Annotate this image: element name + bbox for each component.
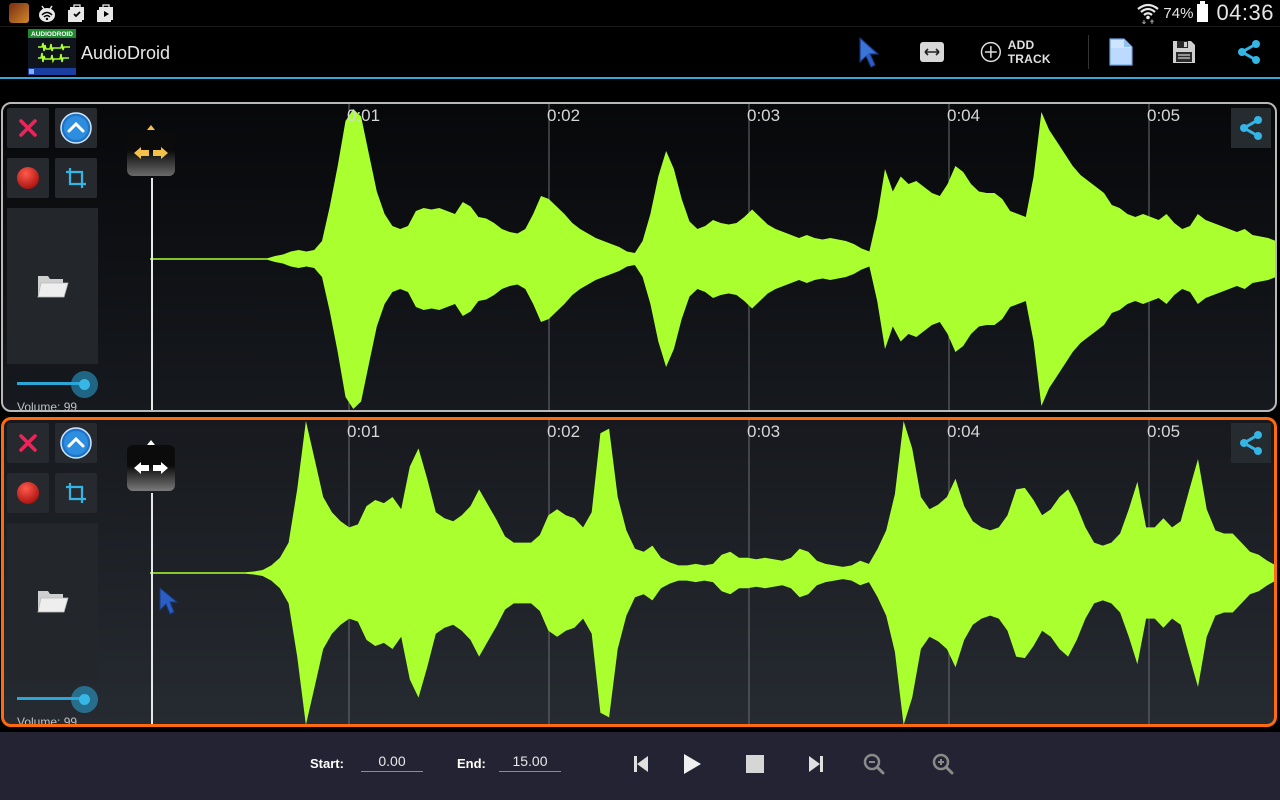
save-button[interactable]: [1169, 33, 1199, 71]
timeline-tick-label: 0:04: [947, 422, 981, 441]
volume-slider-thumb[interactable]: [71, 371, 98, 398]
add-track-label: ADD TRACK: [1007, 38, 1051, 66]
record-icon: [17, 482, 39, 504]
open-file-button[interactable]: [7, 208, 98, 364]
open-file-button[interactable]: [7, 523, 98, 679]
app-title: AudioDroid: [81, 43, 171, 63]
record-icon: [17, 167, 39, 189]
mouse-cursor-icon: [159, 586, 179, 615]
cursor-arrow-icon: [859, 36, 880, 68]
horizontal-arrows-icon: [134, 462, 168, 474]
waveform-shape: [150, 421, 1274, 724]
zoom-out-button[interactable]: [858, 750, 890, 778]
stop-button[interactable]: [739, 750, 771, 778]
end-label: End:: [457, 756, 486, 771]
record-button[interactable]: [7, 158, 49, 198]
record-button[interactable]: [7, 473, 49, 513]
volume-label: Volume: 99: [17, 715, 78, 727]
timeline-tick-label: 0:02: [547, 106, 581, 125]
clipboard-check-icon: [68, 4, 84, 22]
playhead-line: [151, 178, 153, 410]
share-button[interactable]: [1234, 33, 1264, 71]
timeline-tick-label: 0:03: [747, 106, 781, 125]
skip-to-end-button[interactable]: [800, 750, 832, 778]
action-bar: AUDIODROID AudioDroid ADD TRACK: [0, 27, 1280, 79]
document-icon: [1109, 38, 1133, 66]
share-icon: [1240, 116, 1262, 140]
app-logo-icon: AUDIODROID: [28, 29, 76, 75]
start-time-input[interactable]: [361, 751, 423, 772]
track-1-waveform: [150, 104, 1275, 410]
plus-circle-icon: [980, 41, 1001, 63]
timeline-tick-label: 0:01: [347, 422, 381, 441]
crop-icon: [66, 168, 86, 188]
skip-to-end-icon: [809, 756, 823, 772]
zoom-in-icon: [932, 753, 954, 775]
share-icon: [1240, 431, 1262, 455]
timeline-tick-label: 0:05: [1147, 422, 1181, 441]
skip-to-start-button[interactable]: [625, 750, 657, 778]
clock: 04:36: [1216, 0, 1274, 25]
chevron-up-circle-icon: [60, 427, 92, 459]
action-divider: [1088, 35, 1089, 69]
playhead-handle[interactable]: [127, 125, 175, 176]
share-icon: [1238, 40, 1260, 64]
horizontal-arrows-icon: [924, 48, 940, 56]
start-label: Start:: [310, 756, 344, 771]
playhead-line: [151, 493, 153, 724]
battery-icon: [1197, 1, 1209, 22]
track-1[interactable]: 0:01 0:02 0:03 0:04 0:05 Volume: 99: [1, 102, 1277, 412]
android-debug-icon: [39, 5, 55, 22]
status-bar: 74% 04:36: [0, 0, 1280, 27]
collapse-track-button[interactable]: [55, 423, 97, 463]
close-icon: [19, 119, 37, 137]
select-tool-button[interactable]: [852, 33, 886, 71]
end-time-input[interactable]: [499, 751, 561, 772]
delete-track-button[interactable]: [7, 108, 49, 148]
close-icon: [19, 434, 37, 452]
timeline-tick-label: 0:01: [347, 106, 381, 125]
app-logo: AUDIODROID: [28, 29, 76, 75]
skip-to-start-icon: [634, 756, 648, 772]
volume-label: Volume: 99: [17, 400, 78, 412]
new-file-button[interactable]: [1106, 33, 1136, 71]
add-track-button[interactable]: ADD TRACK: [980, 33, 1080, 71]
media-play-bag-icon: [97, 4, 113, 22]
folder-icon: [37, 591, 69, 613]
zoom-out-icon: [863, 753, 885, 775]
wifi-icon: [1137, 3, 1160, 24]
volume-slider-thumb[interactable]: [71, 686, 98, 713]
timeline-tick-label: 0:03: [747, 422, 781, 441]
stop-icon: [746, 755, 764, 773]
game-app-icon: [9, 3, 29, 23]
chevron-up-circle-icon: [60, 112, 92, 144]
timeline-tick-label: 0:04: [947, 106, 981, 125]
status-right: 74% 04:36: [1137, 0, 1274, 26]
crop-button[interactable]: [55, 158, 97, 198]
transport-bar: Start: End:: [0, 732, 1280, 800]
timeline-tick-label: 0:05: [1147, 106, 1181, 125]
delete-track-button[interactable]: [7, 423, 49, 463]
crop-icon: [66, 483, 86, 503]
timeline-tick-label: 0:02: [547, 422, 581, 441]
horizontal-arrows-icon: [134, 147, 168, 159]
fit-width-button[interactable]: [918, 33, 946, 71]
crop-button[interactable]: [55, 473, 97, 513]
track-share-button[interactable]: [1231, 423, 1271, 463]
play-button[interactable]: [676, 750, 708, 778]
collapse-track-button[interactable]: [55, 108, 97, 148]
track-2-waveform: [150, 420, 1274, 724]
track-share-button[interactable]: [1231, 108, 1271, 148]
floppy-disk-icon: [1173, 41, 1195, 63]
logo-text: AUDIODROID: [31, 31, 73, 38]
play-icon: [684, 754, 701, 774]
battery-percent: 74%: [1163, 4, 1194, 22]
folder-icon: [37, 276, 69, 298]
playhead-handle[interactable]: [127, 440, 175, 491]
waveform-shape: [150, 109, 1275, 409]
track-2[interactable]: 0:01 0:02 0:03 0:04 0:05 Volume: 99: [1, 417, 1277, 727]
zoom-in-button[interactable]: [927, 750, 959, 778]
